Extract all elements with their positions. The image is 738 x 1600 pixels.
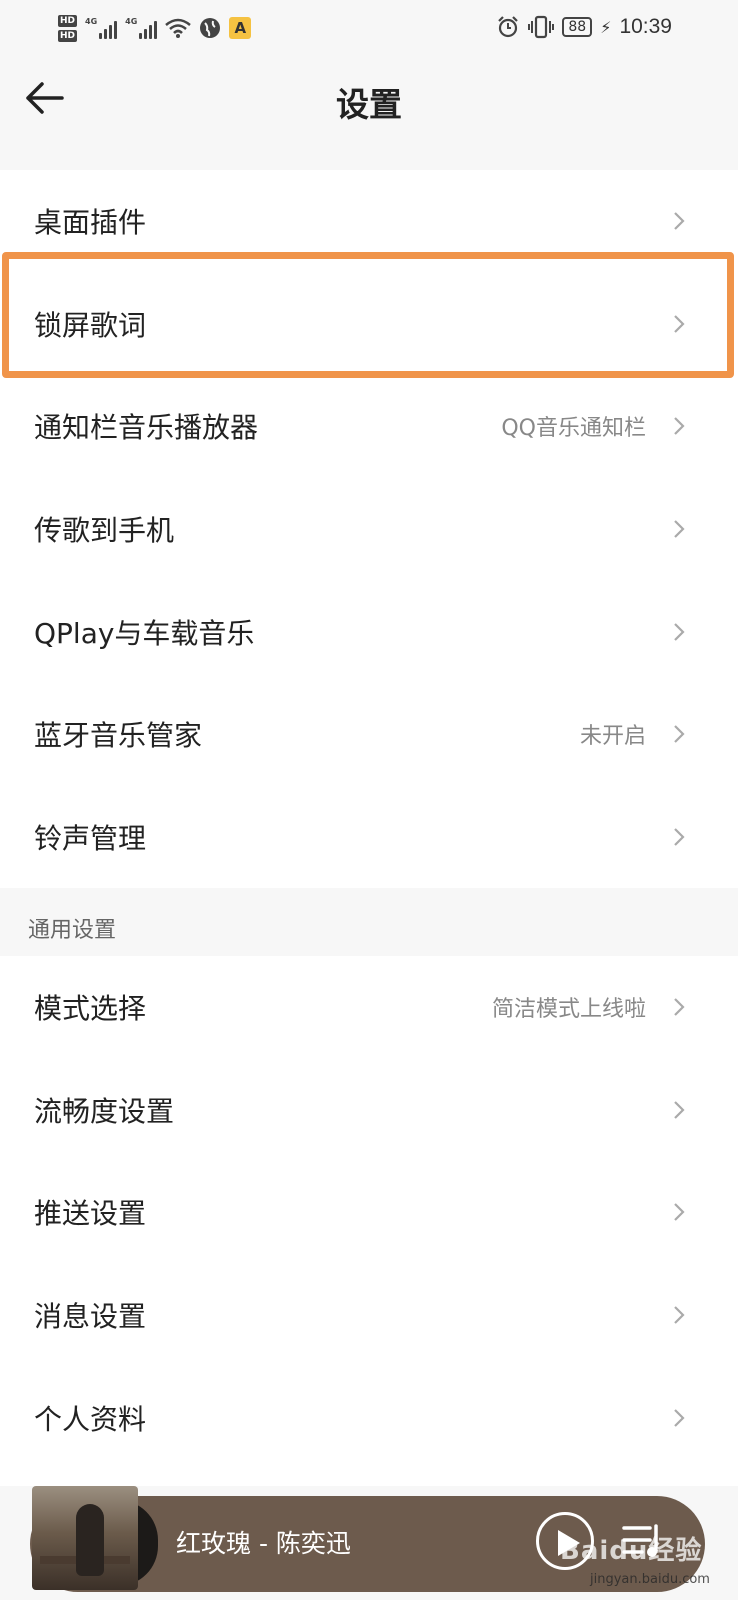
settings-item-notification-player[interactable]: 通知栏音乐播放器 QQ音乐通知栏: [0, 375, 738, 478]
settings-item-label: 个人资料: [34, 1402, 147, 1436]
chevron-right-icon: [674, 1408, 685, 1427]
settings-item-transfer-songs[interactable]: 传歌到手机: [0, 478, 738, 581]
battery-level: 88: [562, 17, 593, 37]
chevron-right-icon: [674, 315, 685, 333]
settings-item-smoothness[interactable]: 流畅度设置: [0, 1059, 738, 1162]
settings-item-label: 推送设置: [34, 1197, 147, 1231]
chevron-right-icon: [674, 725, 685, 744]
clock: 10:39: [619, 15, 672, 38]
settings-item-label: 传歌到手机: [34, 514, 175, 548]
chevron-right-icon: [674, 1306, 685, 1324]
settings-item-label: 铃声管理: [34, 821, 147, 855]
general-settings-list: 模式选择 简洁模式上线啦 流畅度设置 推送设置 消息设置 个人资料: [0, 956, 738, 1486]
vibrate-icon: [528, 15, 555, 39]
settings-item-profile[interactable]: 个人资料: [0, 1366, 738, 1469]
now-playing-title[interactable]: 红玫瑰 - 陈奕迅: [176, 1524, 351, 1560]
status-bar-right: 88 ⚡ 10:39: [496, 12, 672, 42]
status-bar-left: HD HD 4G 4G A: [58, 8, 252, 48]
page-title: 设置: [336, 85, 402, 124]
settings-item-desktop-widget[interactable]: 桌面插件: [0, 170, 738, 273]
settings-item-label: 蓝牙音乐管家: [34, 719, 203, 753]
signal-icon-2: 4G: [125, 17, 158, 39]
settings-item-label: 模式选择: [34, 992, 147, 1026]
settings-item-label: QPlay与车载音乐: [34, 616, 255, 650]
settings-item-messages[interactable]: 消息设置: [0, 1264, 738, 1367]
baidu-watermark: Baidu经验: [560, 1536, 703, 1566]
chevron-right-icon: [674, 622, 685, 641]
section-header-general: 通用设置: [0, 890, 738, 956]
charging-icon: ⚡: [600, 17, 612, 37]
watermark-url: jingyan.baidu.com: [590, 1572, 710, 1587]
chevron-right-icon: [674, 828, 685, 846]
hd-badge-2: HD: [58, 29, 78, 42]
section-header-label: 通用设置: [28, 918, 117, 943]
status-bar: HD HD 4G 4G A 88 ⚡ 10:39: [0, 0, 738, 56]
settings-item-label: 流畅度设置: [34, 1094, 175, 1128]
settings-item-value: 简洁模式上线啦: [491, 997, 646, 1023]
chevron-right-icon: [674, 417, 685, 436]
settings-item-label: 消息设置: [34, 1300, 147, 1334]
hd-badge-1: HD: [58, 14, 78, 27]
settings-item-label: 桌面插件: [34, 206, 147, 240]
settings-item-value: 未开启: [579, 724, 646, 750]
chevron-right-icon: [674, 212, 685, 231]
settings-item-mode[interactable]: 模式选择 简洁模式上线啦: [0, 956, 738, 1059]
settings-item-label: 锁屏歌词: [34, 308, 147, 342]
album-cover[interactable]: [32, 1486, 138, 1590]
settings-item-value: QQ音乐通知栏: [501, 416, 646, 442]
settings-list: 桌面插件 锁屏歌词 通知栏音乐播放器 QQ音乐通知栏 传歌到手机 QPlay与车…: [0, 170, 738, 888]
hd-indicators: HD HD: [58, 14, 78, 42]
alarm-icon: [498, 16, 519, 38]
settings-item-qplay-car[interactable]: QPlay与车载音乐: [0, 580, 738, 683]
globe-icon: [200, 18, 221, 38]
settings-item-push[interactable]: 推送设置: [0, 1161, 738, 1264]
settings-item-label: 通知栏音乐播放器: [34, 411, 259, 445]
app-header: 设置: [0, 56, 738, 148]
settings-item-bluetooth[interactable]: 蓝牙音乐管家 未开启: [0, 683, 738, 786]
chevron-right-icon: [674, 998, 685, 1017]
settings-item-lockscreen-lyrics[interactable]: 锁屏歌词: [0, 273, 738, 376]
car-app-icon: A: [229, 17, 252, 39]
wifi-icon: [165, 18, 192, 38]
chevron-right-icon: [674, 1203, 685, 1222]
signal-icon-1: 4G: [85, 17, 118, 39]
chevron-right-icon: [674, 1101, 685, 1119]
settings-item-ringtone[interactable]: 铃声管理: [0, 786, 738, 889]
chevron-right-icon: [674, 520, 685, 538]
